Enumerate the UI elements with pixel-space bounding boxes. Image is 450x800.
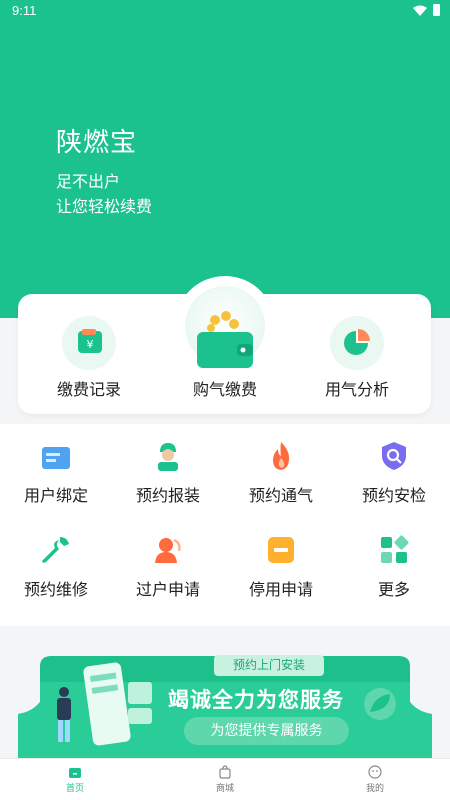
wallet-icon bbox=[197, 311, 253, 368]
banner-tag: 预约上门安装 bbox=[214, 655, 324, 676]
banner-pill-button[interactable]: 为您提供专属服务 bbox=[184, 717, 349, 745]
app-title: 陕燃宝 bbox=[56, 128, 138, 158]
user-transfer-icon bbox=[155, 538, 181, 563]
pie-chart-icon bbox=[344, 329, 370, 355]
service-label: 预约通气 bbox=[248, 486, 313, 505]
payment-record-icon: ¥ bbox=[78, 329, 102, 353]
shield-search-icon bbox=[382, 442, 406, 470]
id-card-icon bbox=[42, 447, 70, 469]
svg-text:¥: ¥ bbox=[87, 338, 94, 351]
buy-gas-button[interactable]: 购气缴费 bbox=[182, 376, 268, 400]
stop-icon bbox=[268, 537, 294, 563]
battery-icon bbox=[433, 4, 440, 16]
hero-subtitle-1: 足不出户 bbox=[56, 172, 121, 191]
status-time: 9:11 bbox=[12, 3, 37, 18]
service-repair-booking[interactable]: 预约维修 bbox=[0, 522, 112, 617]
service-label: 用户绑定 bbox=[23, 486, 88, 505]
service-label: 过户申请 bbox=[135, 580, 200, 599]
home-icon bbox=[69, 768, 81, 778]
service-label: 停用申请 bbox=[248, 580, 313, 599]
wrench-icon bbox=[42, 537, 69, 563]
flame-icon bbox=[273, 442, 290, 470]
hero-subtitle-2: 让您轻松续费 bbox=[56, 197, 153, 216]
service-suspend[interactable]: 停用申请 bbox=[225, 522, 337, 617]
service-safety-check[interactable]: 预约安检 bbox=[338, 424, 450, 519]
tab-profile[interactable]: 我的 bbox=[345, 765, 405, 794]
shop-bag-icon bbox=[219, 765, 231, 779]
service-more[interactable]: 更多 bbox=[338, 522, 450, 617]
buy-gas-label: 购气缴费 bbox=[192, 380, 257, 399]
service-gas-connect[interactable]: 预约通气 bbox=[225, 424, 337, 519]
service-label: 更多 bbox=[377, 580, 410, 599]
status-icons bbox=[413, 4, 440, 16]
tab-shop[interactable]: 商城 bbox=[195, 765, 255, 794]
tab-home[interactable]: 首页 bbox=[45, 765, 105, 794]
banner-title: 竭诚全力为您服务 bbox=[168, 688, 344, 712]
bottom-tabbar: 首页 商城 我的 bbox=[0, 758, 450, 800]
service-transfer[interactable]: 过户申请 bbox=[112, 522, 224, 617]
worker-icon bbox=[158, 443, 178, 471]
service-label: 预约报装 bbox=[135, 486, 200, 505]
grid-more-icon bbox=[381, 535, 409, 563]
status-bar: 9:11 bbox=[0, 0, 450, 22]
tab-label: 我的 bbox=[365, 784, 384, 794]
tab-label: 首页 bbox=[65, 784, 84, 794]
service-label: 预约维修 bbox=[23, 580, 88, 599]
wifi-icon bbox=[413, 5, 427, 16]
services-grid: 用户绑定 预约报装 预约通气 预约安检 预约维修 过户申请 停用申请 更多 bbox=[0, 424, 450, 626]
tab-label: 商城 bbox=[215, 784, 234, 794]
service-install-booking[interactable]: 预约报装 bbox=[112, 424, 224, 519]
service-user-binding[interactable]: 用户绑定 bbox=[0, 424, 112, 519]
service-label: 预约安检 bbox=[361, 486, 426, 505]
hero-banner: 9:11 陕燃宝 足不出户 让您轻松续费 bbox=[0, 0, 450, 318]
profile-icon bbox=[368, 765, 382, 779]
payment-record-button[interactable]: 缴费记录 bbox=[46, 376, 132, 400]
payment-record-label: 缴费记录 bbox=[56, 380, 121, 399]
gas-analysis-button[interactable]: 用气分析 bbox=[314, 376, 400, 400]
gas-analysis-label: 用气分析 bbox=[324, 380, 389, 399]
